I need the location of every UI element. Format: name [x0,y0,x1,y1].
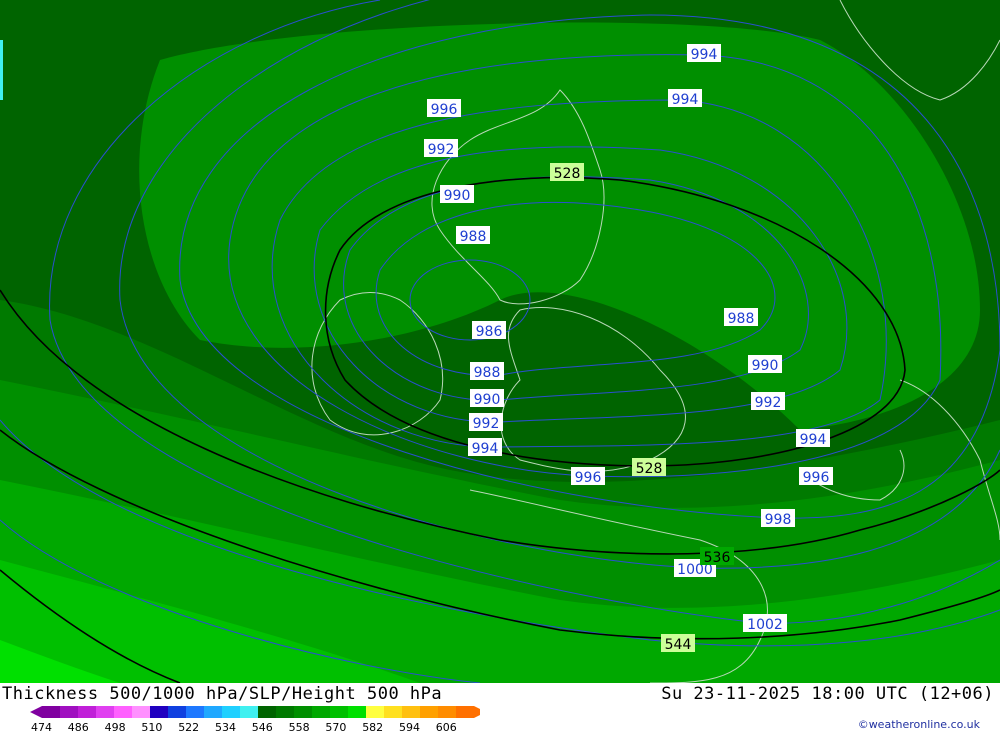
legend-swatch [60,706,78,718]
svg-text:544: 544 [665,637,692,653]
svg-text:998: 998 [765,512,792,528]
credit-text: ©weatheronline.co.uk [857,718,980,731]
isobar-label: 988 [470,362,504,381]
map-datetime: Su 23-11-2025 18:00 UTC (12+06) [661,684,994,704]
svg-text:1002: 1002 [747,617,783,633]
legend-swatch [456,706,474,718]
legend-swatch [168,706,186,718]
isobar-label: 994 [468,438,502,457]
legend-swatch [366,706,384,718]
isobar-label: 988 [456,226,490,245]
svg-text:992: 992 [428,142,455,158]
legend-label: 474 [31,721,52,734]
color-legend [30,706,480,718]
footer: Thickness 500/1000 hPa/SLP/Height 500 hP… [0,683,1000,734]
height-label: 544 [661,634,695,653]
weather-map: 994 996 994 992 990 988 986 988 990 992 … [0,0,1000,683]
isobar-label: 994 [796,429,830,448]
svg-text:990: 990 [752,358,779,374]
legend-swatch [132,706,150,718]
legend-swatch [276,706,294,718]
svg-text:992: 992 [755,395,782,411]
svg-text:992: 992 [473,416,500,432]
isobar-label: 992 [424,139,458,158]
legend-swatch [114,706,132,718]
cyan-edge [0,40,3,100]
legend-swatch [312,706,330,718]
map-title: Thickness 500/1000 hPa/SLP/Height 500 hP… [2,684,443,704]
svg-text:996: 996 [803,470,830,486]
isobar-label: 992 [469,413,503,432]
legend-label: 558 [288,721,310,734]
isobar-label: 996 [427,99,461,118]
legend-swatch [240,706,258,718]
legend-label: 594 [399,721,420,734]
legend-label: 510 [141,721,163,734]
svg-text:988: 988 [728,311,755,327]
legend-swatch [402,706,420,718]
svg-text:990: 990 [474,392,501,408]
legend-swatch [438,706,456,718]
legend-label: 486 [67,721,89,734]
isobar-label: 990 [440,185,474,204]
isobar-label: 994 [668,89,702,108]
legend-swatch [222,706,240,718]
legend-swatch [78,706,96,718]
isobar-label: 988 [724,308,758,327]
svg-text:994: 994 [672,92,699,108]
legend-swatch [294,706,312,718]
svg-text:536: 536 [704,550,731,566]
legend-swatch [384,706,402,718]
isobar-label: 990 [470,389,504,408]
legend-label: 570 [325,721,347,734]
legend-label: 522 [178,721,200,734]
legend-swatch [150,706,168,718]
isobar-label: 996 [799,467,833,486]
height-label: 528 [550,163,584,182]
svg-text:528: 528 [636,461,663,477]
isobar-label: 986 [472,321,506,340]
legend-swatch [96,706,114,718]
isobar-label: 998 [761,509,795,528]
svg-text:996: 996 [575,470,602,486]
isobar-label: 996 [571,467,605,486]
svg-text:996: 996 [431,102,458,118]
legend-swatch [186,706,204,718]
legend-swatch [348,706,366,718]
legend-swatch [42,706,60,718]
legend-arrow-right [474,706,480,718]
svg-text:986: 986 [476,324,503,340]
legend-label: 582 [362,721,384,734]
svg-text:994: 994 [800,432,827,448]
legend-arrow-left [30,706,42,718]
svg-text:528: 528 [554,166,581,182]
legend-swatch [258,706,276,718]
svg-text:988: 988 [474,365,501,381]
height-label: 528 [632,458,666,477]
legend-label: 498 [104,721,126,734]
legend-swatch [420,706,438,718]
svg-text:988: 988 [460,229,487,245]
legend-label: 534 [215,721,236,734]
isobar-label: 990 [748,355,782,374]
svg-text:994: 994 [691,47,718,63]
svg-text:994: 994 [472,441,499,457]
legend-label: 546 [251,721,273,734]
isobar-label: 1002 [743,614,787,633]
height-label: 536 [700,547,734,566]
svg-text:990: 990 [444,188,471,204]
isobar-label: 992 [751,392,785,411]
legend-label: 606 [435,721,457,734]
isobar-label: 994 [687,44,721,63]
legend-swatch [330,706,348,718]
legend-swatch [204,706,222,718]
